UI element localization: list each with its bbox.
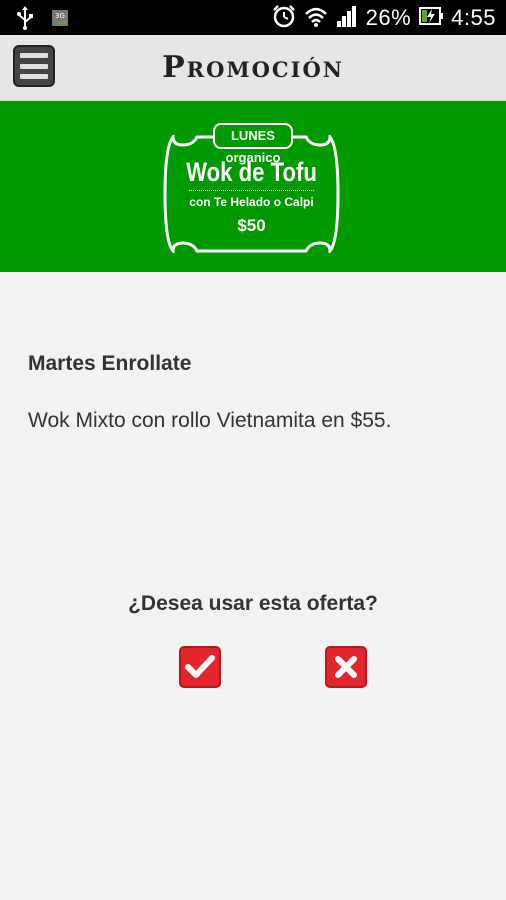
checkmark-icon (185, 655, 215, 678)
promo-banner: LUNES organico Wok de Tofu con Te Helado… (0, 101, 506, 272)
promo-label: LUNES organico Wok de Tofu con Te Helado… (163, 123, 340, 253)
battery-icon (419, 5, 444, 32)
promo-title: Martes Enrollate (28, 352, 192, 375)
label-divider (189, 190, 314, 191)
alarm-icon (272, 4, 296, 33)
label-price: $50 (237, 216, 266, 235)
confirm-question: ¿Desea usar esta oferta? (128, 592, 378, 615)
promo-description: Wok Mixto con rollo Vietnamita en $55. (28, 409, 392, 432)
page-title: Promoción (162, 50, 344, 85)
accept-button[interactable] (179, 646, 221, 688)
label-subtitle: con Te Helado o Calpi (189, 195, 314, 209)
signal-icon (336, 5, 358, 32)
reject-button[interactable] (325, 646, 367, 688)
clock-time: 4:55 (451, 5, 496, 30)
app-bar: Promoción (0, 35, 506, 101)
battery-percent: 26% (365, 5, 412, 30)
network-3g-icon: 3G (52, 10, 68, 31)
wifi-icon (304, 5, 328, 32)
status-bar: 3G 26% 4:55 (0, 0, 506, 35)
svg-text:3G: 3G (55, 12, 65, 20)
label-tag: LUNES organico (213, 123, 293, 165)
close-icon (335, 656, 357, 678)
usb-icon (16, 6, 34, 35)
